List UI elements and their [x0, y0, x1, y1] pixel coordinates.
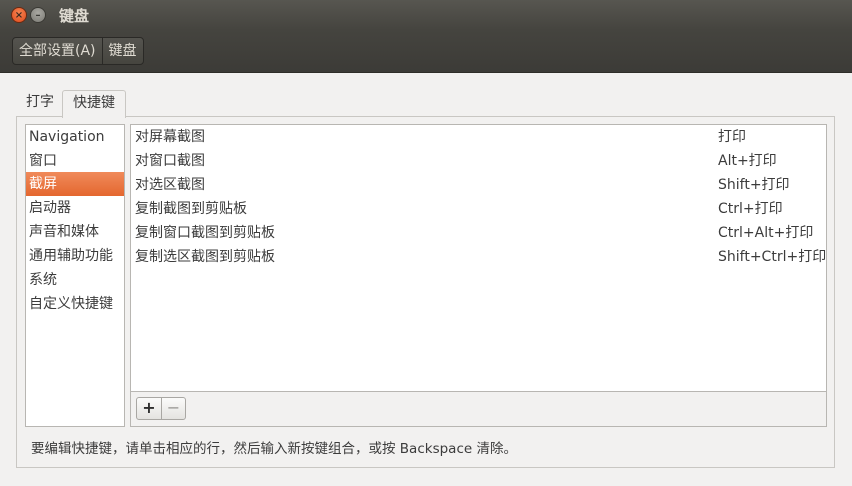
tab-shortcuts[interactable]: 快捷键: [62, 90, 126, 118]
shortcut-accelerator: Shift+打印: [718, 177, 790, 193]
shortcut-accelerator: 打印: [718, 129, 746, 145]
category-item-screenshots[interactable]: 截屏: [26, 172, 124, 196]
shortcut-list: 对屏幕截图 打印 对窗口截图 Alt+打印 对选区截图 Shift+打印 复制截…: [130, 124, 827, 392]
add-shortcut-button[interactable]: +: [137, 398, 161, 419]
help-text: 要编辑快捷键，请单击相应的行，然后输入新按键组合，或按 Backspace 清除…: [31, 441, 517, 457]
breadcrumb-all-settings-button[interactable]: 全部设置(A): [13, 38, 102, 64]
breadcrumb-keyboard-button[interactable]: 键盘: [101, 38, 143, 64]
category-list: Navigation 窗口 截屏 启动器 声音和媒体 通用辅助功能 系统 自定义…: [25, 124, 125, 427]
category-item-navigation[interactable]: Navigation: [26, 125, 124, 149]
minimize-icon: –: [35, 10, 41, 21]
shortcut-name: 复制选区截图到剪贴板: [135, 249, 275, 265]
category-item-custom-shortcuts[interactable]: 自定义快捷键: [26, 292, 124, 316]
shortcut-accelerator: Ctrl+打印: [718, 201, 783, 217]
title-bar: × – 键盘: [0, 0, 852, 30]
tab-typing[interactable]: 打字: [16, 90, 64, 117]
category-item-accessibility[interactable]: 通用辅助功能: [26, 244, 124, 268]
minimize-window-button[interactable]: –: [30, 7, 46, 23]
add-remove-group: + −: [136, 397, 186, 420]
category-item-windows[interactable]: 窗口: [26, 149, 124, 173]
remove-shortcut-button[interactable]: −: [161, 398, 185, 419]
close-window-button[interactable]: ×: [11, 7, 27, 23]
shortcut-row[interactable]: 对选区截图 Shift+打印: [131, 173, 826, 197]
shortcut-row[interactable]: 复制截图到剪贴板 Ctrl+打印: [131, 197, 826, 221]
category-item-sound-media[interactable]: 声音和媒体: [26, 220, 124, 244]
toolbar: 全部设置(A) 键盘: [0, 30, 852, 73]
shortcut-name: 对屏幕截图: [135, 129, 205, 145]
shortcut-name: 复制窗口截图到剪贴板: [135, 225, 275, 241]
category-item-launchers[interactable]: 启动器: [26, 196, 124, 220]
shortcut-row[interactable]: 对屏幕截图 打印: [131, 125, 826, 149]
shortcut-row[interactable]: 对窗口截图 Alt+打印: [131, 149, 826, 173]
category-item-system[interactable]: 系统: [26, 268, 124, 292]
shortcut-list-toolbar: + −: [130, 392, 827, 427]
breadcrumb: 全部设置(A) 键盘: [12, 37, 144, 65]
shortcut-row[interactable]: 复制窗口截图到剪贴板 Ctrl+Alt+打印: [131, 221, 826, 245]
shortcut-accelerator: Ctrl+Alt+打印: [718, 225, 814, 241]
close-icon: ×: [14, 10, 24, 21]
shortcut-accelerator: Alt+打印: [718, 153, 777, 169]
shortcut-row[interactable]: 复制选区截图到剪贴板 Shift+Ctrl+打印: [131, 245, 826, 269]
shortcut-name: 对选区截图: [135, 177, 205, 193]
shortcut-name: 对窗口截图: [135, 153, 205, 169]
shortcut-name: 复制截图到剪贴板: [135, 201, 247, 217]
window-title: 键盘: [59, 7, 90, 25]
shortcut-accelerator: Shift+Ctrl+打印: [718, 249, 827, 265]
